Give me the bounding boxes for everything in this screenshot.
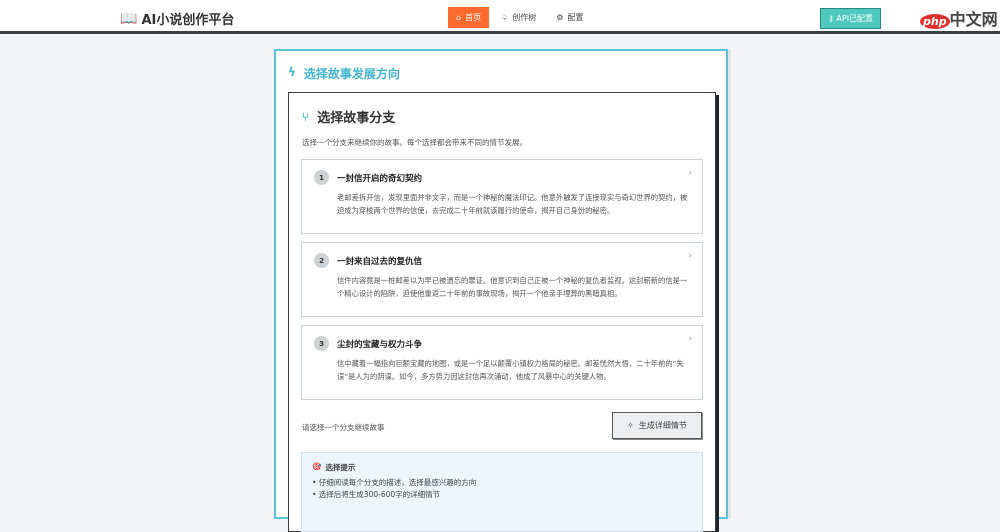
- watermark-text: 中文网: [949, 10, 998, 29]
- gear-icon: ⚙: [556, 13, 564, 22]
- branch-icon: ⑂: [302, 109, 310, 124]
- book-icon: 📖: [120, 10, 138, 27]
- chevron-right-icon: ›: [688, 334, 692, 344]
- branch-text: 老邮差拆开信，发现里面并非文字，而是一个神秘的魔法印记。他意外触发了连接现实与奇…: [337, 193, 688, 215]
- branch-panel: ⑂ 选择故事分支 选择一个分支来继续你的故事。每个选择都会带来不同的情节发展。 1…: [288, 92, 716, 532]
- branch-option-3[interactable]: 3 尘封的宝藏与权力斗争 信中藏着一幅指向巨额宝藏的地图，或是一个足以颠覆小镇权力…: [301, 325, 703, 400]
- nav-home[interactable]: ⌂ 首页: [448, 7, 490, 28]
- chevron-right-icon: ›: [688, 251, 692, 261]
- branch-option-2[interactable]: 2 一封来自过去的复仇信 信件内容竟是一桩邮差以为早已被遗忘的罪证。他意识到自己正…: [301, 242, 703, 317]
- watermark-badge: php: [920, 14, 950, 29]
- branch-text: 信中藏着一幅指向巨额宝藏的地图，或是一个足以颠覆小镇权力格局的秘密。邮差恍然大悟…: [337, 359, 684, 381]
- logo[interactable]: 📖 AI小说创作平台: [120, 9, 235, 29]
- logo-text: AI小说创作平台: [141, 13, 235, 28]
- tip-item: • 选择后将生成300-600字的详细情节: [312, 490, 441, 499]
- nav-tree[interactable]: ♤ 创作树: [493, 7, 544, 28]
- panel-title: 选择故事分支: [317, 111, 396, 126]
- selection-hint: 请选择一个分支继续故事: [302, 423, 385, 432]
- panel-description: 选择一个分支来继续你的故事。每个选择都会带来不同的情节发展。: [302, 138, 527, 147]
- nav-label: 首页: [465, 13, 482, 22]
- branch-title: 一封信开启的奇幻契约: [337, 173, 423, 184]
- watermark: php 中文网: [920, 6, 998, 30]
- direction-card: ϟ 选择故事发展方向 ⑂ 选择故事分支 选择一个分支来继续你的故事。每个选择都会带来…: [274, 49, 728, 532]
- branch-number: 1: [314, 170, 329, 185]
- generate-label: 生成详细情节: [638, 421, 687, 430]
- tip-item: • 仔细阅读每个分支的描述，选择最感兴趣的方向: [312, 478, 477, 487]
- branch-title: 一封来自过去的复仇信: [337, 256, 423, 267]
- section-title: 选择故事发展方向: [303, 67, 400, 81]
- branch-title: 尘封的宝藏与权力斗争: [337, 339, 423, 350]
- branch-number: 3: [314, 336, 329, 351]
- nav-label: 配置: [567, 13, 584, 22]
- tips-box: 🎯 选择提示 • 仔细阅读每个分支的描述，选择最感兴趣的方向 • 选择后将生成30…: [301, 452, 703, 532]
- api-status-button[interactable]: ⚷ API已配置: [820, 8, 882, 29]
- branch-text: 信件内容竟是一桩邮差以为早已被遗忘的罪证。他意识到自己正被一个神秘的复仇者监视。…: [337, 276, 688, 298]
- branch-number: 2: [314, 253, 329, 268]
- tree-icon: ♤: [501, 13, 509, 22]
- lightning-icon: ϟ: [288, 65, 296, 79]
- target-icon: 🎯: [312, 462, 322, 471]
- nav-config[interactable]: ⚙ 配置: [548, 7, 591, 28]
- branch-option-1[interactable]: 1 一封信开启的奇幻契约 老邮差拆开信，发现里面并非文字，而是一个神秘的魔法印记。…: [301, 159, 703, 234]
- api-status-label: API已配置: [836, 14, 874, 23]
- home-icon: ⌂: [456, 13, 462, 22]
- generate-plot-button[interactable]: ✧ 生成详细情节: [612, 412, 702, 439]
- sparkle-icon: ✧: [627, 421, 634, 430]
- nav-label: 创作树: [512, 13, 537, 22]
- chevron-right-icon: ›: [688, 168, 692, 178]
- top-nav: 📖 AI小说创作平台 ⌂ 首页 ♤ 创作树 ⚙ 配置 ⚷ API已配置 php 中文网: [0, 0, 1000, 34]
- tips-title: 选择提示: [325, 463, 356, 472]
